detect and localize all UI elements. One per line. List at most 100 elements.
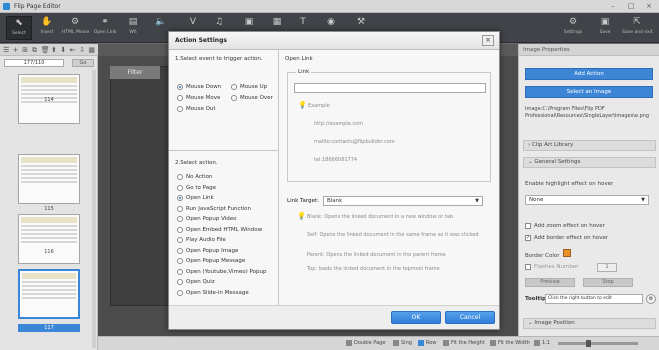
thumbnail-label-selected: 117: [18, 324, 80, 332]
open-link-header: Open Link: [285, 56, 313, 62]
action-radio-open-popup-video[interactable]: Open Popup Video: [177, 216, 237, 222]
toolbar-label: Open Link: [93, 30, 117, 35]
maximize-icon[interactable]: □: [625, 2, 637, 10]
radio-icon: [177, 205, 183, 212]
radio-icon: [177, 268, 183, 275]
single-page-icon: [393, 340, 399, 346]
delete-page-icon[interactable]: 🗑: [41, 46, 50, 54]
toolbar-page-button[interactable]: ▤ Wh: [120, 16, 146, 40]
tooltip-label: Tooltip: [525, 296, 546, 302]
move-up-icon[interactable]: ⬆: [51, 46, 57, 54]
flashes-number-checkbox[interactable]: Flashes Number: [525, 264, 579, 270]
radio-icon: [177, 226, 183, 233]
dropdown-arrow-icon: ▼: [641, 197, 645, 203]
flashes-number-input[interactable]: 1: [597, 263, 617, 272]
thumbnail-tools: ☰ + ⊞ ⧉ 🗑 ⬆ ⬇ ⇤ ⇩ ▦: [0, 44, 98, 56]
toolbar-label: Settings: [563, 30, 583, 35]
page-thumbnail-selected[interactable]: [18, 269, 80, 319]
tooltip-input[interactable]: Click the right button to edit: [545, 294, 643, 304]
fit-height-button[interactable]: Fit the Height: [443, 340, 485, 346]
toolbar-label: Save: [599, 30, 611, 35]
action-radio-no-action[interactable]: No Action: [177, 174, 212, 180]
window-close-icon[interactable]: ×: [643, 2, 655, 10]
add-icon[interactable]: +: [12, 46, 19, 54]
zoom-slider[interactable]: [558, 340, 638, 347]
toolbar-gear-button[interactable]: ⚙ Settings: [558, 16, 588, 40]
zoom-effect-checkbox[interactable]: Add zoom effect on hover: [525, 223, 605, 229]
toolbar-label: HTML Movie: [62, 30, 90, 35]
first-page-icon[interactable]: ⇤: [70, 46, 76, 54]
zoom-slider-knob[interactable]: [586, 340, 591, 347]
page-thumbnails-panel: ☰ + ⊞ ⧉ 🗑 ⬆ ⬇ ⇤ ⇩ ▦ 177/110 Go 114 115 1…: [0, 44, 98, 350]
action-radio-run-javascript-function[interactable]: Run JavaScript Function: [177, 205, 251, 212]
toolbar-link-button[interactable]: ⚭ Open Link: [92, 16, 118, 40]
double-page-toggle[interactable]: Double Page: [346, 340, 385, 346]
add-action-button[interactable]: Add Action: [525, 68, 653, 80]
step2-label: 2.Select action.: [175, 160, 218, 166]
action-radio-open-embed-html-window[interactable]: Open Embed HTML Window: [177, 226, 262, 233]
action-radio-open-link[interactable]: Open Link: [177, 195, 214, 201]
event-mouse-up-radio[interactable]: Mouse Up: [231, 84, 267, 90]
dialog-close-button[interactable]: ×: [482, 35, 494, 46]
general-settings-section[interactable]: ⌄ General Settings: [523, 157, 656, 168]
page-counter[interactable]: 177/110: [4, 59, 64, 67]
dialog-title-bar: Action Settings ×: [169, 32, 499, 50]
action-radio-open-slide-in-message[interactable]: Open Slide-in Message: [177, 289, 249, 296]
import-icon[interactable]: ⇩: [79, 46, 85, 54]
image-position-section[interactable]: ⌄ Image Position: [523, 318, 656, 329]
go-page-button[interactable]: Go: [72, 59, 94, 67]
window-controls: – □ ×: [607, 2, 655, 10]
thumbnail-scrollbar[interactable]: [92, 70, 96, 348]
add-page-icon[interactable]: ☰: [3, 46, 9, 54]
radio-icon: [177, 174, 183, 180]
filter-tab[interactable]: Filter: [110, 66, 160, 79]
action-radio-go-to-page[interactable]: Go to Page: [177, 184, 216, 191]
action-radio-open-popup-message[interactable]: Open Popup Message: [177, 258, 245, 264]
save-exit-icon: ⇱: [633, 17, 641, 27]
fit-width-button[interactable]: Fit the Width: [490, 340, 530, 346]
link-url-input[interactable]: [294, 83, 486, 93]
page-thumbnail[interactable]: [18, 154, 80, 204]
toolbar-save-exit-button[interactable]: ⇱ Save and exit: [622, 16, 653, 40]
move-down-icon[interactable]: ⬇: [60, 46, 66, 54]
event-mouse-over-radio[interactable]: Mouse Over: [231, 95, 273, 101]
event-mouse-out-radio[interactable]: Mouse Out: [177, 106, 216, 112]
lightbulb-icon: 💡: [298, 101, 307, 109]
event-mouse-move-radio[interactable]: Mouse Move: [177, 95, 220, 101]
zoom-level[interactable]: 1:1: [534, 340, 550, 346]
insert-page-icon[interactable]: ⊞: [22, 46, 28, 54]
page-thumbnail[interactable]: [18, 214, 80, 264]
border-effect-checkbox[interactable]: ✓ Add border effect on hover: [525, 235, 608, 241]
toolbar-hand-button[interactable]: ✋ Insert: [34, 16, 60, 40]
help-parent: Parent: Opens the linked document in the…: [307, 252, 446, 258]
lightbulb-icon: 💡: [297, 212, 306, 220]
preview-button[interactable]: Preview: [525, 278, 575, 287]
toolbar-save-button[interactable]: ▣ Save: [590, 16, 620, 40]
border-color-swatch[interactable]: [562, 249, 571, 257]
single-page-toggle[interactable]: Sing: [393, 340, 412, 346]
toolbar-cursor-button[interactable]: ⬉ Select: [6, 16, 32, 40]
hover-effect-select[interactable]: None ▼: [525, 195, 649, 205]
tooltip-settings-icon[interactable]: ⚙: [646, 294, 656, 304]
event-mouse-down-radio[interactable]: Mouse Down: [177, 84, 221, 90]
example-line: mailto:contacts@flipbuilder.com: [314, 139, 395, 145]
cancel-button[interactable]: Cancel: [445, 311, 495, 324]
grid-icon[interactable]: ▦: [88, 46, 95, 54]
select-image-button[interactable]: Select an Image: [525, 86, 653, 98]
action-radio-play-audio-file[interactable]: Play Audio File: [177, 237, 226, 243]
radio-checked-icon: [177, 195, 183, 201]
action-radio-open-popup-image[interactable]: Open Popup Image: [177, 247, 238, 254]
clip-art-library-section[interactable]: › Clip Art Library: [523, 140, 656, 151]
gear-icon: ⚙: [568, 17, 578, 27]
copy-page-icon[interactable]: ⧉: [31, 46, 37, 54]
toolbar-label: Wh: [129, 30, 137, 35]
ok-button[interactable]: OK: [391, 311, 441, 324]
toolbar-label: Save and exit: [622, 30, 653, 35]
link-target-select[interactable]: Blank ▼: [323, 196, 483, 206]
toolbar-globe-button[interactable]: ⚙ HTML Movie: [62, 16, 90, 40]
minimize-icon[interactable]: –: [607, 2, 619, 10]
action-radio-open-quiz[interactable]: Open Quiz: [177, 279, 215, 285]
row-toggle[interactable]: Row: [418, 340, 436, 346]
action-radio-open-youtube-vimeo-popup[interactable]: Open (Youtube,Vimeo) Popup: [177, 268, 266, 275]
stop-button[interactable]: Stop: [583, 278, 633, 287]
